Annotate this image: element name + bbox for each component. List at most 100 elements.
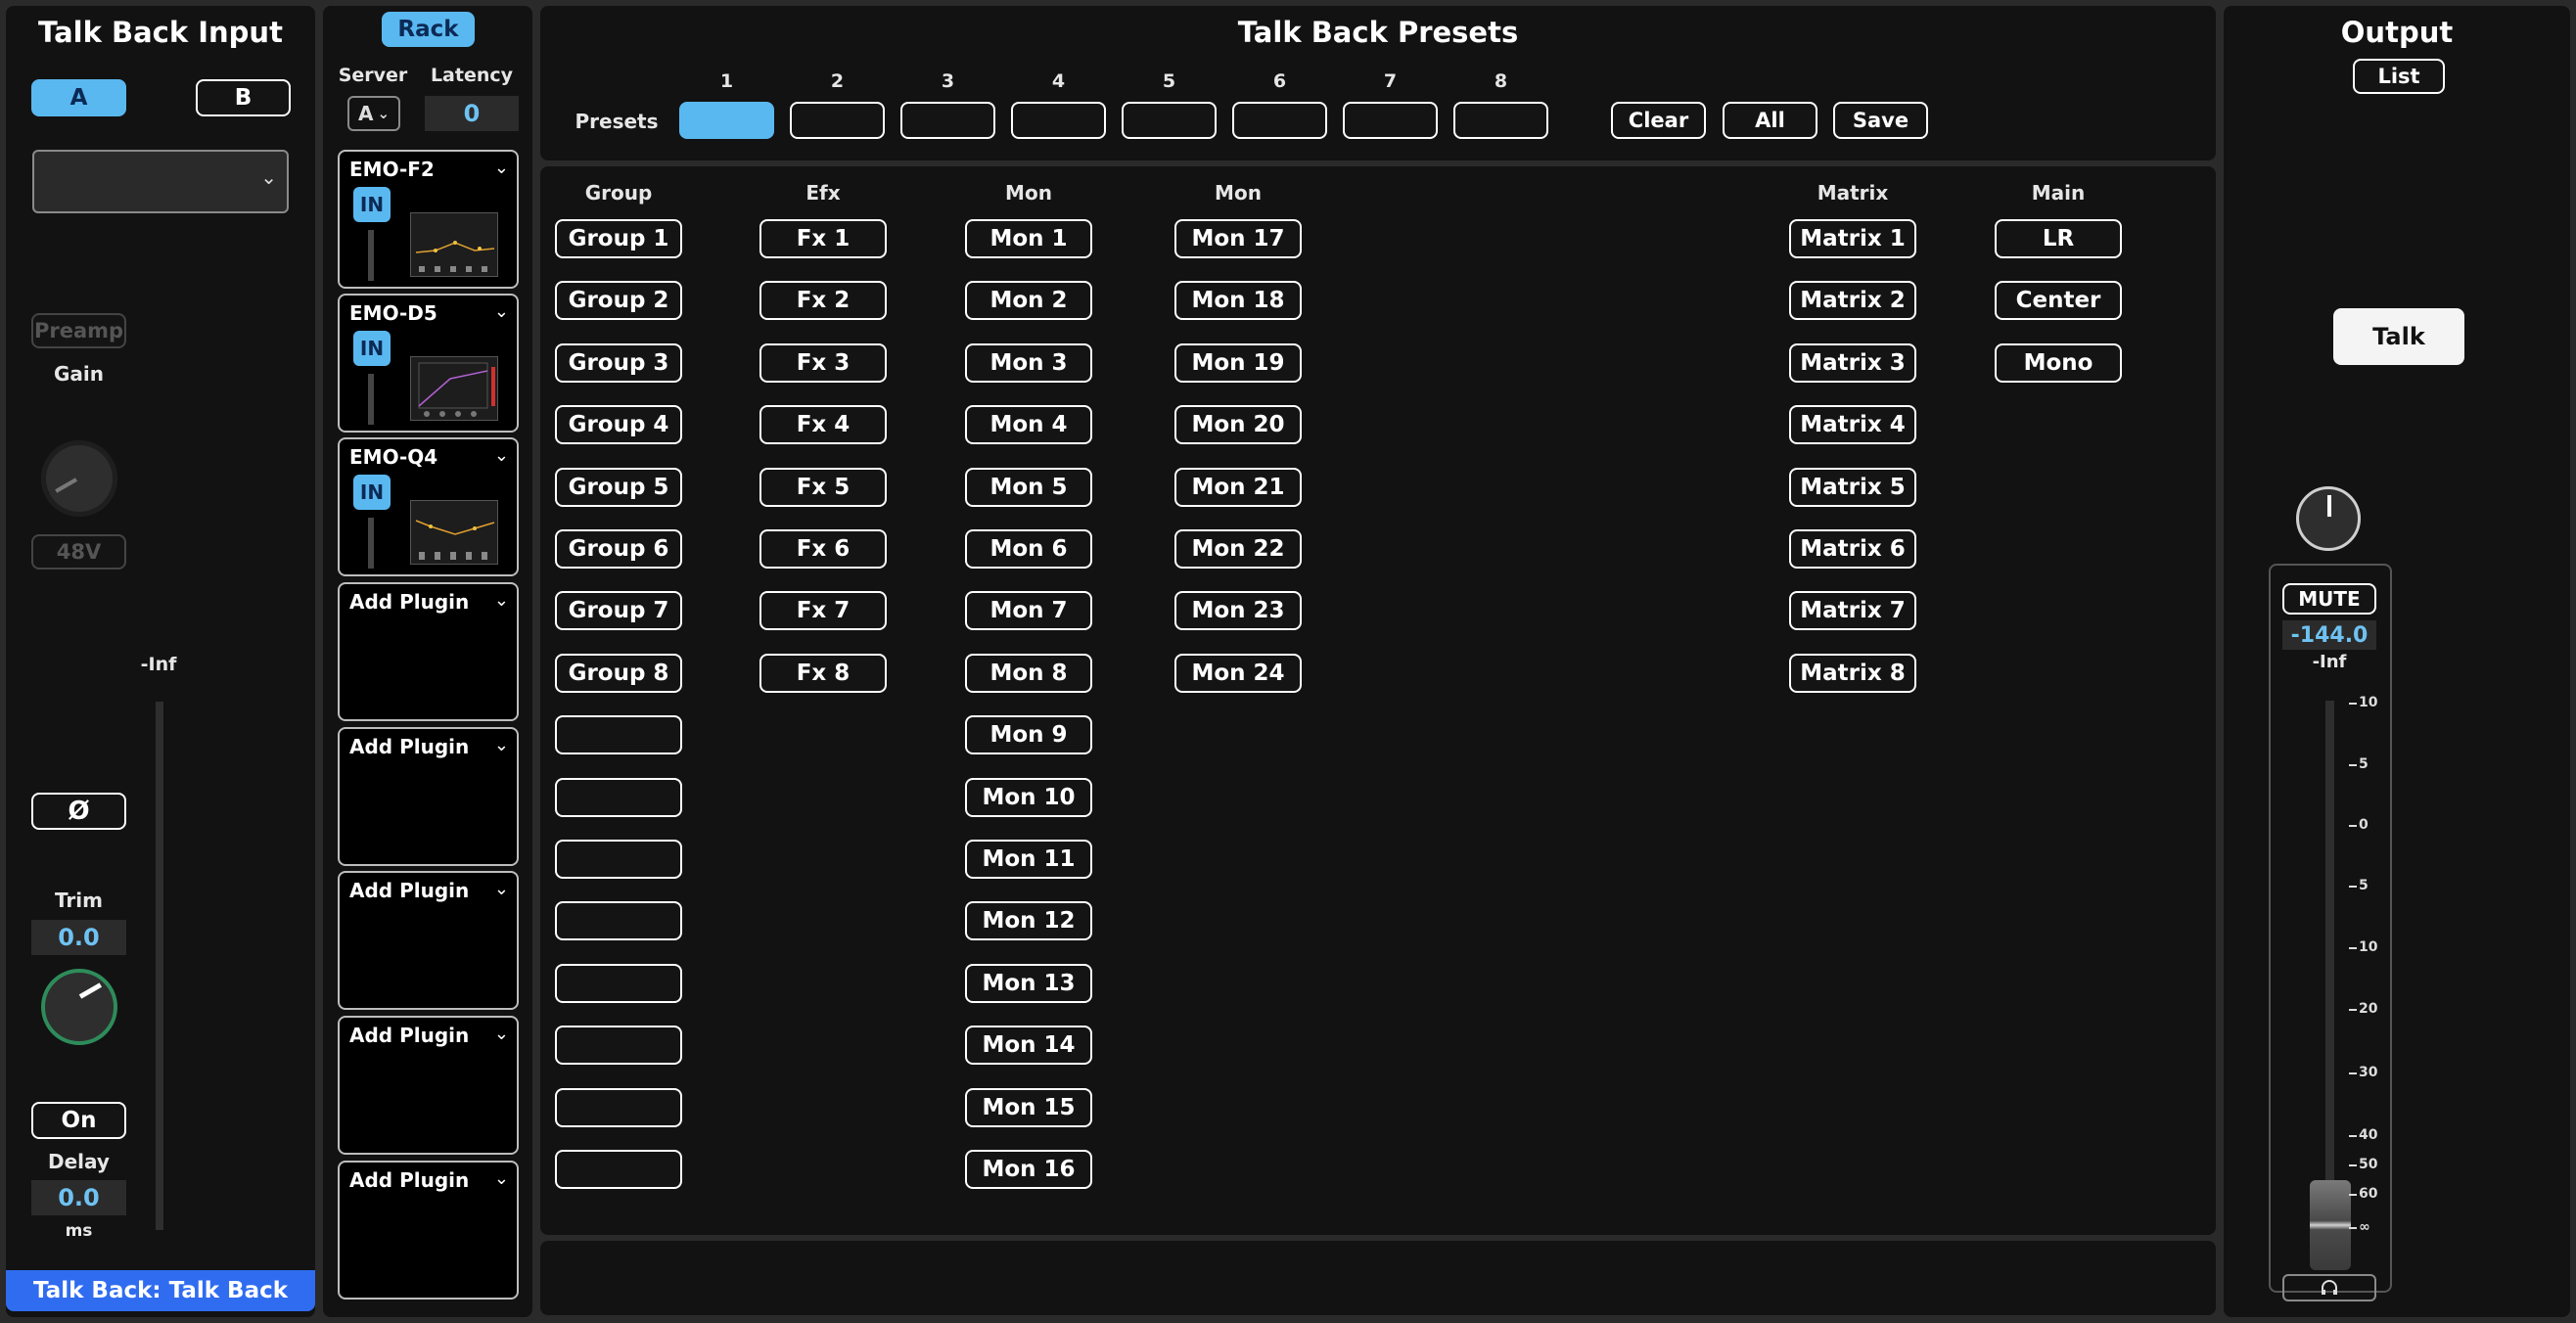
route-matrix-3[interactable]: Matrix 3 (1789, 342, 1916, 383)
rack-button[interactable]: Rack (382, 12, 475, 47)
route-empty-slot[interactable] (555, 901, 682, 941)
input-b-button[interactable]: B (196, 79, 291, 116)
input-source-dropdown[interactable]: ⌄ (32, 150, 289, 213)
route-matrix-2[interactable]: Matrix 2 (1789, 281, 1916, 321)
mute-button[interactable]: MUTE (2282, 583, 2376, 615)
chevron-down-icon[interactable]: ⌄ (494, 735, 509, 755)
route-mon-7[interactable]: Mon 7 (965, 591, 1092, 631)
route-empty-slot[interactable] (555, 1087, 682, 1127)
route-empty-slot[interactable] (555, 777, 682, 817)
plugin-in-button[interactable]: IN (353, 475, 391, 510)
route-matrix-7[interactable]: Matrix 7 (1789, 591, 1916, 631)
route-lr[interactable]: LR (1995, 219, 2122, 258)
route-mon-2[interactable]: Mon 2 (965, 281, 1092, 321)
server-select[interactable]: A ⌄ (347, 96, 400, 131)
route-mono[interactable]: Mono (1995, 342, 2122, 383)
output-fader-handle[interactable] (2310, 1180, 2351, 1270)
preset-slot-8[interactable] (1453, 102, 1548, 139)
add-plugin-slot-3[interactable]: Add Plugin ⌄ (338, 871, 519, 1010)
route-mon-6[interactable]: Mon 6 (965, 529, 1092, 569)
trim-knob[interactable] (41, 969, 117, 1045)
presets-all-button[interactable]: All (1723, 102, 1817, 139)
route-mon-23[interactable]: Mon 23 (1174, 591, 1302, 631)
route-group-8[interactable]: Group 8 (555, 653, 682, 693)
route-group-5[interactable]: Group 5 (555, 467, 682, 507)
headphone-cue-button[interactable] (2282, 1274, 2376, 1301)
route-empty-slot[interactable] (555, 1150, 682, 1189)
presets-save-button[interactable]: Save (1833, 102, 1928, 139)
plugin-slot-3[interactable]: EMO-Q4 ⌄ IN (338, 437, 519, 576)
route-matrix-1[interactable]: Matrix 1 (1789, 219, 1916, 258)
route-fx-2[interactable]: Fx 2 (759, 281, 887, 321)
plugin-slot-1[interactable]: EMO-F2 ⌄ IN (338, 150, 519, 289)
route-empty-slot[interactable] (555, 715, 682, 755)
route-group-2[interactable]: Group 2 (555, 281, 682, 321)
route-fx-4[interactable]: Fx 4 (759, 405, 887, 445)
route-matrix-8[interactable]: Matrix 8 (1789, 653, 1916, 693)
chevron-down-icon[interactable]: ⌄ (494, 158, 509, 178)
route-mon-8[interactable]: Mon 8 (965, 653, 1092, 693)
add-plugin-slot-5[interactable]: Add Plugin ⌄ (338, 1161, 519, 1300)
preset-slot-5[interactable] (1122, 102, 1217, 139)
route-mon-16[interactable]: Mon 16 (965, 1150, 1092, 1189)
route-mon-18[interactable]: Mon 18 (1174, 281, 1302, 321)
preset-slot-3[interactable] (900, 102, 995, 139)
route-fx-5[interactable]: Fx 5 (759, 467, 887, 507)
route-center[interactable]: Center (1995, 281, 2122, 321)
plugin-in-button[interactable]: IN (353, 187, 391, 222)
phantom-power-button[interactable]: 48V (31, 534, 126, 570)
route-empty-slot[interactable] (555, 1026, 682, 1066)
route-fx-7[interactable]: Fx 7 (759, 591, 887, 631)
route-mon-9[interactable]: Mon 9 (965, 715, 1092, 755)
phase-invert-button[interactable]: Ø (31, 793, 126, 830)
chevron-down-icon[interactable]: ⌄ (494, 445, 509, 466)
gain-knob[interactable] (41, 440, 117, 517)
delay-on-button[interactable]: On (31, 1102, 126, 1139)
chevron-down-icon[interactable]: ⌄ (494, 879, 509, 899)
route-mon-10[interactable]: Mon 10 (965, 777, 1092, 817)
route-group-7[interactable]: Group 7 (555, 591, 682, 631)
route-mon-14[interactable]: Mon 14 (965, 1026, 1092, 1066)
preset-slot-4[interactable] (1011, 102, 1106, 139)
talk-button[interactable]: Talk (2333, 308, 2464, 365)
route-matrix-6[interactable]: Matrix 6 (1789, 529, 1916, 569)
preset-slot-1[interactable] (679, 102, 774, 139)
route-mon-22[interactable]: Mon 22 (1174, 529, 1302, 569)
output-level-value[interactable]: -144.0 (2282, 620, 2376, 650)
route-mon-15[interactable]: Mon 15 (965, 1087, 1092, 1127)
route-mon-24[interactable]: Mon 24 (1174, 653, 1302, 693)
add-plugin-slot-2[interactable]: Add Plugin ⌄ (338, 727, 519, 866)
route-fx-3[interactable]: Fx 3 (759, 342, 887, 383)
trim-value[interactable]: 0.0 (31, 920, 126, 955)
route-fx-6[interactable]: Fx 6 (759, 529, 887, 569)
route-mon-1[interactable]: Mon 1 (965, 219, 1092, 258)
plugin-slot-2[interactable]: EMO-D5 ⌄ IN (338, 294, 519, 433)
preamp-button[interactable]: Preamp (31, 313, 126, 348)
chevron-down-icon[interactable]: ⌄ (494, 301, 509, 322)
route-mon-21[interactable]: Mon 21 (1174, 467, 1302, 507)
route-matrix-5[interactable]: Matrix 5 (1789, 467, 1916, 507)
route-mon-3[interactable]: Mon 3 (965, 342, 1092, 383)
route-mon-20[interactable]: Mon 20 (1174, 405, 1302, 445)
plugin-in-button[interactable]: IN (353, 331, 391, 366)
output-list-button[interactable]: List (2353, 59, 2445, 94)
route-mon-13[interactable]: Mon 13 (965, 963, 1092, 1003)
route-mon-11[interactable]: Mon 11 (965, 840, 1092, 879)
chevron-down-icon[interactable]: ⌄ (494, 1024, 509, 1044)
input-a-button[interactable]: A (31, 79, 126, 116)
presets-clear-button[interactable]: Clear (1611, 102, 1706, 139)
route-empty-slot[interactable] (555, 963, 682, 1003)
route-matrix-4[interactable]: Matrix 4 (1789, 405, 1916, 445)
route-mon-12[interactable]: Mon 12 (965, 901, 1092, 941)
chevron-down-icon[interactable]: ⌄ (494, 590, 509, 611)
preset-slot-7[interactable] (1343, 102, 1438, 139)
route-empty-slot[interactable] (555, 840, 682, 879)
route-mon-4[interactable]: Mon 4 (965, 405, 1092, 445)
preset-slot-2[interactable] (790, 102, 885, 139)
output-pan-knob[interactable] (2296, 486, 2361, 551)
add-plugin-slot-4[interactable]: Add Plugin ⌄ (338, 1016, 519, 1155)
add-plugin-slot-1[interactable]: Add Plugin ⌄ (338, 582, 519, 721)
route-mon-5[interactable]: Mon 5 (965, 467, 1092, 507)
route-mon-19[interactable]: Mon 19 (1174, 342, 1302, 383)
route-fx-8[interactable]: Fx 8 (759, 653, 887, 693)
